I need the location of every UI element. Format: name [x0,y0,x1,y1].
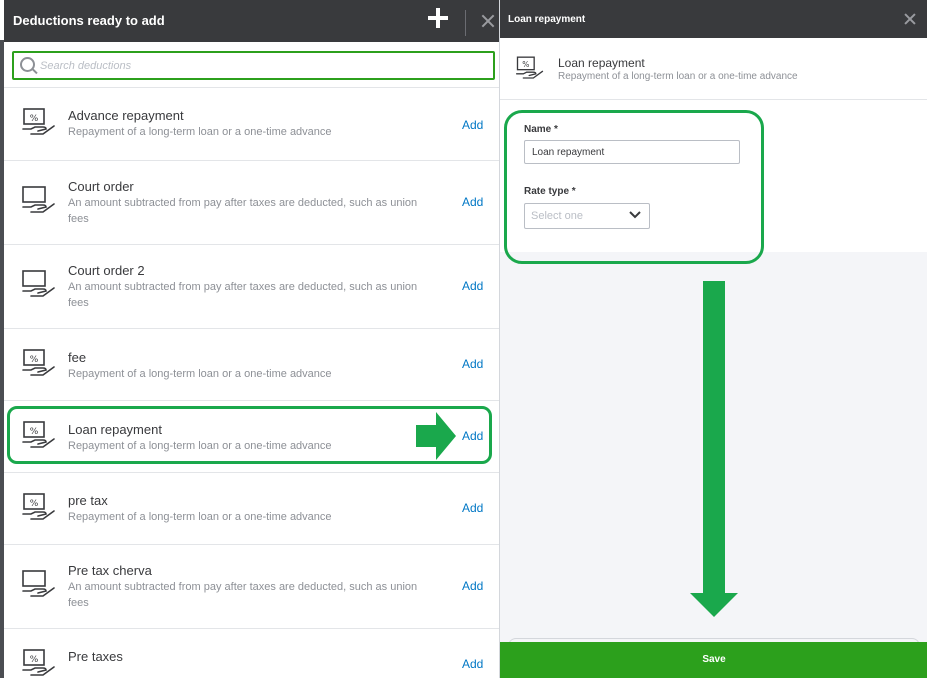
chevron-down-icon [629,211,641,219]
search-input[interactable]: Search deductions [12,51,495,80]
add-link[interactable]: Add [462,357,483,371]
svg-text:%: % [30,499,39,509]
list-item[interactable]: Pre tax cherva An amount subtracted from… [4,545,499,629]
loan-hand-icon: % [22,349,55,376]
item-name: Court order 2 [68,263,145,278]
list-item[interactable]: % fee Repayment of a long-term loan or a… [4,329,499,401]
monitor-hand-icon [22,570,55,597]
item-name: Pre tax cherva [68,563,152,578]
deductions-panel: Deductions ready to add Search deduction… [0,0,499,678]
search-icon [20,57,38,75]
rate-type-label: Rate type * [524,186,576,197]
svg-text:%: % [522,60,529,69]
svg-text:%: % [30,655,39,665]
detail-title: Loan repayment [508,14,586,25]
loan-hand-icon: % [22,108,55,135]
list-item[interactable]: Court order 2 An amount subtracted from … [4,245,499,329]
header-divider [465,10,466,36]
item-name: Pre taxes [68,649,123,664]
add-link[interactable]: Add [462,501,483,515]
arrow-right-icon [416,412,456,460]
loan-hand-icon: % [22,493,55,520]
item-name: Advance repayment [68,108,184,123]
item-description: An amount subtracted from pay after taxe… [68,281,418,309]
name-field[interactable]: Loan repayment [524,140,740,164]
plus-icon[interactable] [426,6,450,30]
item-description: An amount subtracted from pay after taxe… [68,581,418,609]
loan-hand-icon: % [22,649,55,676]
add-link[interactable]: Add [462,195,483,209]
list-item[interactable]: % pre tax Repayment of a long-term loan … [4,473,499,545]
loan-hand-icon: % [516,56,544,79]
list-item[interactable]: Court order An amount subtracted from pa… [4,161,499,245]
search-placeholder: Search deductions [40,60,132,72]
list-item[interactable]: % Advance repayment Repayment of a long-… [4,89,499,161]
item-description: Repayment of a long-term loan or a one-t… [68,126,332,138]
add-link[interactable]: Add [462,579,483,593]
search-bar: Search deductions [4,42,499,88]
item-name: Court order [68,179,134,194]
item-description: An amount subtracted from pay after taxe… [68,197,418,225]
deduction-summary: % Loan repayment Repayment of a long-ter… [500,38,927,100]
close-icon[interactable] [902,11,918,27]
arrow-down-icon [690,281,738,617]
deductions-title: Deductions ready to add [13,13,165,28]
add-link[interactable]: Add [462,657,483,671]
add-link[interactable]: Add [462,279,483,293]
save-button[interactable]: Save [500,642,927,678]
monitor-hand-icon [22,186,55,213]
screen: Deductions ready to add Search deduction… [0,0,927,678]
monitor-hand-icon [22,270,55,297]
item-name: pre tax [68,493,108,508]
svg-text:%: % [30,355,39,365]
item-description: Repayment of a long-term loan or a one-t… [68,511,332,523]
summary-description: Repayment of a long-term loan or a one-t… [558,71,798,82]
list-item[interactable]: % Pre taxes Add [4,629,499,678]
detail-header: Loan repayment [500,0,927,38]
name-label: Name * [524,124,558,135]
svg-text:%: % [30,114,39,124]
summary-name: Loan repayment [558,56,645,70]
add-link[interactable]: Add [462,118,483,132]
rate-type-placeholder: Select one [531,210,583,222]
deduction-detail-panel: Loan repayment % Loan repayment Repaymen… [499,0,927,678]
close-icon[interactable] [477,10,499,32]
item-description: Repayment of a long-term loan or a one-t… [68,368,332,380]
deductions-header: Deductions ready to add [4,0,499,42]
rate-type-select[interactable]: Select one [524,203,650,229]
item-name: fee [68,350,87,365]
